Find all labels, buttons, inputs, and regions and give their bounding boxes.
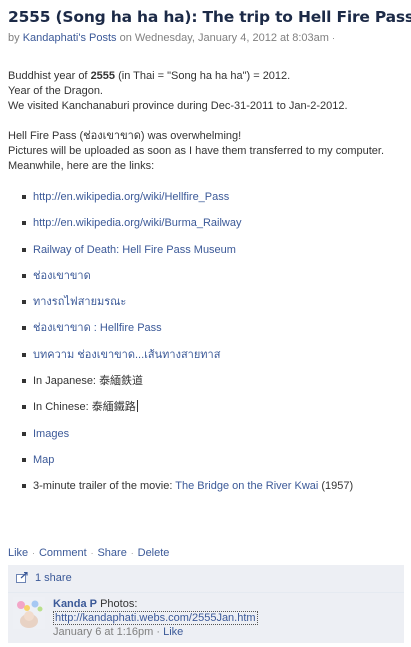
list-item: http://en.wikipedia.org/wiki/Burma_Railw…	[22, 216, 402, 242]
share-separator: ·	[153, 626, 164, 638]
trailer-label: 3-minute trailer of the movie:	[33, 480, 176, 493]
bullet-icon	[22, 195, 26, 199]
share-button[interactable]: Share	[97, 547, 126, 559]
share-like-button[interactable]: Like	[163, 626, 183, 638]
link-museum[interactable]: Railway of Death: Hell Fire Pass Museum	[33, 244, 236, 256]
list-item: In Chinese: 泰緬鐵路	[22, 400, 402, 426]
like-button[interactable]: Like	[8, 547, 28, 559]
list-item: บทความ ช่องเขาขาด...เส้นทางสายทาส	[22, 348, 402, 374]
bullet-icon	[22, 273, 26, 278]
bullet-icon	[22, 247, 26, 252]
bullet-icon	[22, 405, 26, 410]
body-line: Buddhist year of 2555 (in Thai = "Song h…	[8, 69, 403, 84]
link-thai-hellfire[interactable]: ช่องเขาขาด	[33, 270, 91, 282]
action-separator: ·	[130, 549, 134, 558]
post-body: Buddhist year of 2555 (in Thai = "Song h…	[8, 69, 403, 174]
bullet-icon	[22, 221, 26, 226]
list-item: ช่องเขาขาด : Hellfire Pass	[22, 321, 402, 347]
link-thai-hellfire-pass[interactable]: ช่องเขาขาด : Hellfire Pass	[33, 322, 162, 334]
body-line: We visited Kanchanaburi province during …	[8, 100, 348, 112]
share-meta: Kanda P Photos: http://kandaphati.webs.c…	[53, 597, 258, 639]
share-count-bar: 1 share	[8, 565, 404, 593]
body-line: Pictures will be uploaded as soon as I h…	[8, 145, 385, 157]
chinese-name: 泰緬鐵路	[91, 401, 136, 414]
share-header: Kanda P Photos:	[53, 597, 258, 611]
list-item: http://en.wikipedia.org/wiki/Hellfire_Pa…	[22, 190, 402, 216]
link-burma-railway-wiki[interactable]: http://en.wikipedia.org/wiki/Burma_Railw…	[33, 217, 241, 229]
bullet-icon	[22, 484, 26, 489]
list-item: ทางรถไฟสายมรณะ	[22, 295, 402, 321]
share-entry: Kanda P Photos: http://kandaphati.webs.c…	[8, 593, 404, 643]
bullet-icon	[22, 379, 26, 384]
delete-button[interactable]: Delete	[138, 547, 170, 559]
action-separator: ·	[90, 549, 94, 558]
post-actions: Like · Comment · Share · Delete	[8, 547, 169, 559]
list-item: In Japanese: 泰緬鉄道	[22, 374, 402, 400]
body-line: Meanwhile, here are the links:	[8, 160, 155, 172]
text-cursor	[136, 400, 138, 413]
body-line: Year of the Dragon.	[8, 85, 103, 97]
bullet-icon	[22, 431, 26, 436]
post-title: 2555 (Song ha ha ha): The trip to Hell F…	[8, 8, 411, 26]
share-timestamp[interactable]: January 6 at 1:16pm	[53, 626, 153, 638]
list-item: ช่องเขาขาด	[22, 269, 402, 295]
link-hellfire-wiki[interactable]: http://en.wikipedia.org/wiki/Hellfire_Pa…	[33, 191, 229, 203]
list-item: Map	[22, 453, 402, 479]
byline-prefix: by	[8, 32, 23, 44]
chinese-label: In Chinese:	[33, 401, 92, 414]
link-thai-article[interactable]: บทความ ช่องเขาขาด...เส้นทางสายทาส	[33, 349, 220, 361]
share-type-label: Photos:	[97, 598, 138, 610]
action-separator: ·	[32, 549, 35, 558]
list-item: Railway of Death: Hell Fire Pass Museum	[22, 243, 402, 269]
avatar[interactable]	[13, 597, 45, 629]
link-list: http://en.wikipedia.org/wiki/Hellfire_Pa…	[22, 190, 402, 506]
japanese-name: 泰緬鉄道	[99, 375, 144, 388]
bullet-icon	[22, 326, 26, 331]
link-thai-death-railway[interactable]: ทางรถไฟสายมรณะ	[33, 296, 126, 308]
share-footer: January 6 at 1:16pm · Like	[53, 625, 258, 639]
shared-url-link[interactable]: http://kandaphati.webs.com/2555Jan.htm	[53, 611, 258, 625]
share-icon	[16, 571, 28, 583]
share-url-row: http://kandaphati.webs.com/2555Jan.htm	[53, 611, 258, 625]
body-text: Buddhist year of	[8, 70, 91, 82]
body-text: (in Thai = "Song ha ha ha") = 2012.	[115, 70, 291, 82]
author-link[interactable]: Kandaphati's Posts	[23, 32, 117, 44]
bullet-icon	[22, 352, 26, 357]
trailer-year: (1957)	[318, 480, 354, 493]
link-movie-trailer[interactable]: The Bridge on the River Kwai	[175, 480, 318, 492]
comment-button[interactable]: Comment	[39, 547, 87, 559]
post-menu-icon[interactable]: ·	[332, 33, 335, 43]
body-bold-year: 2555	[90, 70, 116, 82]
post-byline: by Kandaphati's Posts on Wednesday, Janu…	[8, 32, 335, 44]
link-map[interactable]: Map	[33, 454, 54, 466]
body-line: Hell Fire Pass (ช่องเขาขาด) was overwhel…	[8, 130, 242, 142]
sharer-name[interactable]: Kanda P	[53, 598, 97, 610]
list-item: 3-minute trailer of the movie: The Bridg…	[22, 479, 402, 505]
share-count-link[interactable]: 1 share	[35, 572, 72, 584]
link-images[interactable]: Images	[33, 428, 69, 440]
bullet-icon	[22, 300, 26, 305]
japanese-label: In Japanese:	[33, 375, 100, 388]
bullet-icon	[22, 457, 26, 462]
list-item: Images	[22, 427, 402, 453]
post-date[interactable]: on Wednesday, January 4, 2012 at 8:03am	[117, 32, 329, 44]
